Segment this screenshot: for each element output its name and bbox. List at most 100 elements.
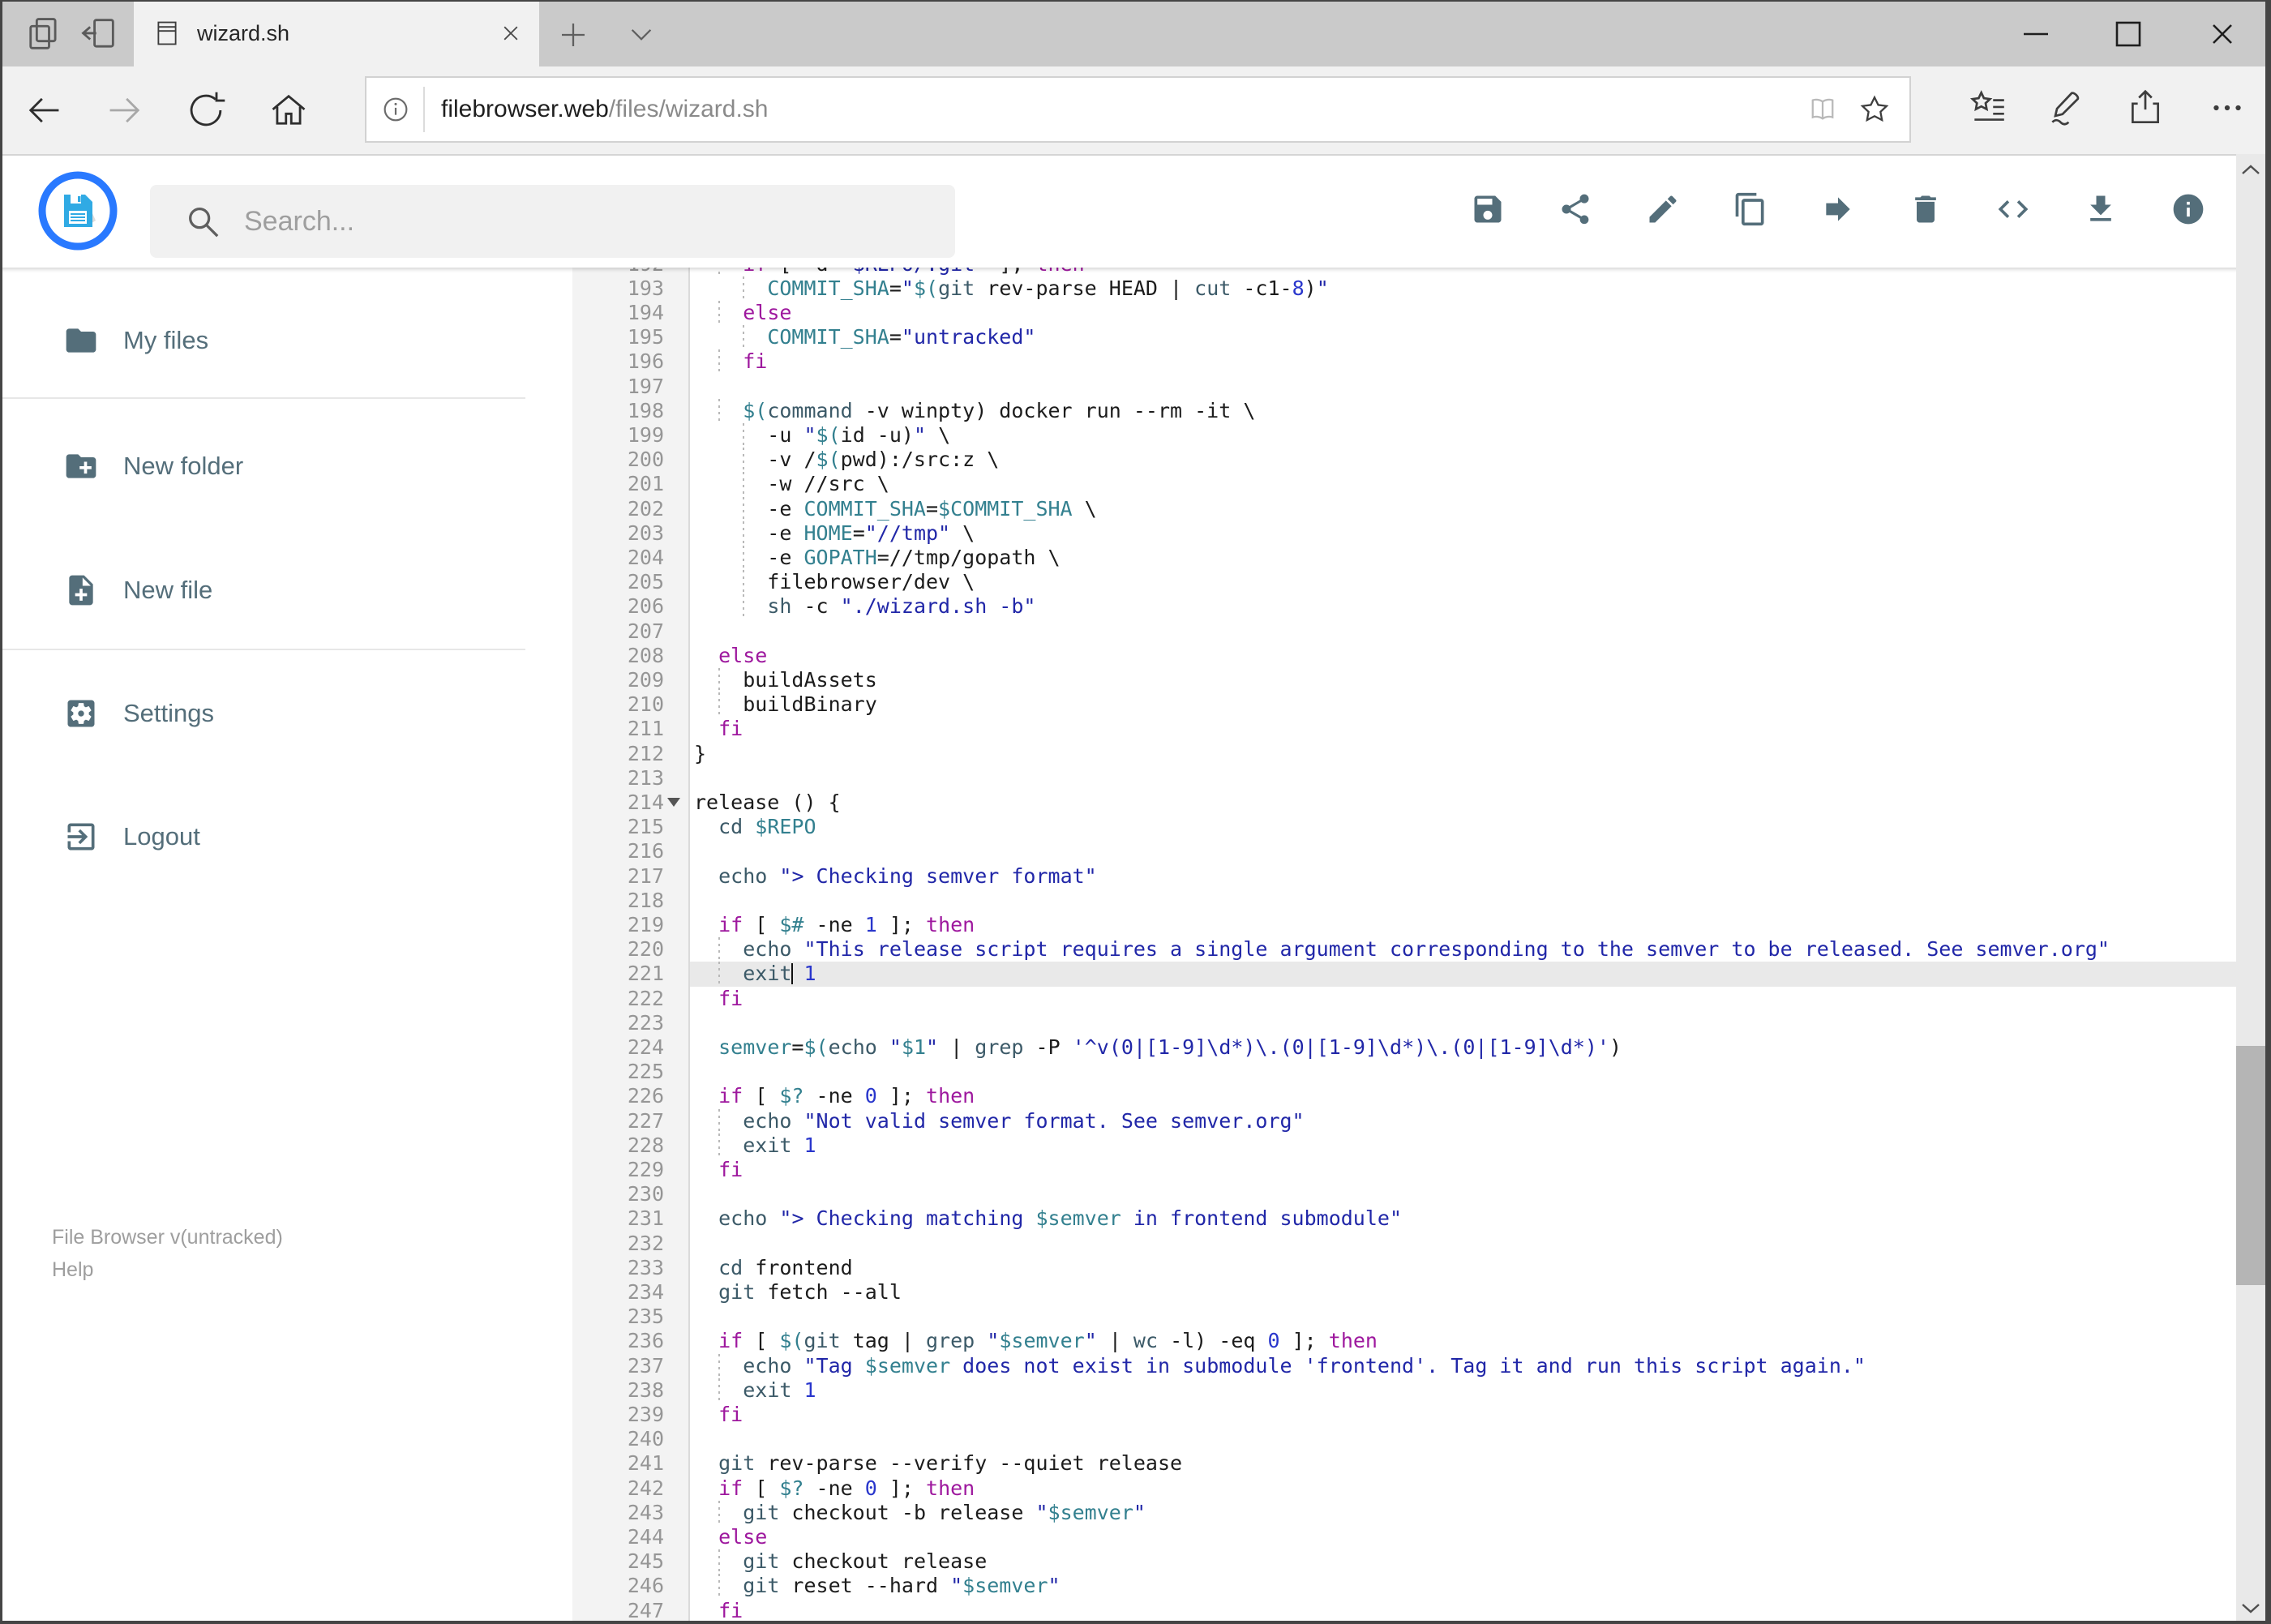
code-line-207[interactable]: 207 — [528, 619, 2236, 644]
code-line-244[interactable]: 244 else — [528, 1525, 2236, 1549]
sidebar-item-logout[interactable]: Logout — [0, 792, 528, 881]
code-line-234[interactable]: 234 git fetch --all — [528, 1280, 2236, 1305]
code-line-242[interactable]: 242 if [ $? -ne 0 ]; then — [528, 1476, 2236, 1501]
filebrowser-logo[interactable] — [37, 170, 118, 251]
tab-list-chevron-icon[interactable] — [624, 18, 658, 52]
window-maximize-button[interactable] — [2109, 15, 2148, 54]
code-line-222[interactable]: 222 fi — [528, 987, 2236, 1011]
sidebar-item-settings[interactable]: Settings — [0, 669, 528, 758]
address-bar[interactable]: filebrowser.web/files/wizard.sh — [365, 76, 1911, 143]
code-line-199[interactable]: 199 -u "$(id -u)" \ — [528, 423, 2236, 448]
code-line-228[interactable]: 228 exit 1 — [528, 1133, 2236, 1158]
code-line-237[interactable]: 237 echo "Tag $semver does not exist in … — [528, 1353, 2236, 1378]
fold-marker-icon[interactable] — [667, 798, 680, 807]
move-button[interactable] — [1820, 191, 1856, 227]
code-line-211[interactable]: 211 fi — [528, 717, 2236, 741]
help-link[interactable]: Help — [52, 1258, 93, 1282]
scrollbar-thumb[interactable] — [2236, 1046, 2265, 1285]
window-close-button[interactable] — [2203, 15, 2242, 54]
search-input[interactable] — [242, 204, 955, 238]
copy-button[interactable] — [1733, 191, 1768, 227]
code-line-220[interactable]: 220 echo "This release script requires a… — [528, 937, 2236, 962]
code-line-204[interactable]: 204 -e GOPATH=//tmp/gopath \ — [528, 546, 2236, 571]
code-line-201[interactable]: 201 -w //src \ — [528, 472, 2236, 497]
new-tab-button[interactable] — [556, 18, 590, 52]
code-line-232[interactable]: 232 — [528, 1232, 2236, 1256]
code-line-243[interactable]: 243 git checkout -b release "$semver" — [528, 1500, 2236, 1525]
code-line-241[interactable]: 241 git rev-parse --verify --quiet relea… — [528, 1451, 2236, 1476]
code-line-198[interactable]: 198 $(command -v winpty) docker run --rm… — [528, 398, 2236, 423]
delete-button[interactable] — [1908, 191, 1943, 227]
code-line-197[interactable]: 197 — [528, 375, 2236, 399]
site-info-icon[interactable] — [379, 93, 412, 126]
code-line-226[interactable]: 226 if [ $? -ne 0 ]; then — [528, 1084, 2236, 1108]
tab-close-icon[interactable] — [497, 19, 525, 47]
tab-preview-icon[interactable] — [23, 13, 65, 55]
code-line-214[interactable]: 214 release () { — [528, 791, 2236, 815]
back-icon[interactable] — [23, 89, 65, 131]
code-line-194[interactable]: 194 else — [528, 301, 2236, 326]
page-scrollbar[interactable] — [2236, 154, 2265, 1624]
code-line-245[interactable]: 245 git checkout release — [528, 1549, 2236, 1575]
code-line-223[interactable]: 223 — [528, 1011, 2236, 1035]
code-line-209[interactable]: 209 buildAssets — [528, 668, 2236, 693]
code-line-195[interactable]: 195 COMMIT_SHA="untracked" — [528, 325, 2236, 350]
info-button[interactable] — [2170, 191, 2206, 227]
code-line-218[interactable]: 218 — [528, 889, 2236, 913]
code-line-193[interactable]: 193 COMMIT_SHA="$(git rev-parse HEAD | c… — [528, 276, 2236, 301]
sidebar-item-my-files[interactable]: My files — [0, 296, 528, 385]
raw-view-button[interactable] — [1995, 191, 2031, 227]
code-line-216[interactable]: 216 — [528, 839, 2236, 863]
code-line-236[interactable]: 236 if [ $(git tag | grep "$semver" | wc… — [528, 1329, 2236, 1353]
code-line-196[interactable]: 196 fi — [528, 349, 2236, 375]
code-line-202[interactable]: 202 -e COMMIT_SHA=$COMMIT_SHA \ — [528, 496, 2236, 521]
code-line-212[interactable]: 212} — [528, 742, 2236, 766]
favorites-hub-icon[interactable] — [1968, 88, 2008, 128]
scroll-up-icon[interactable] — [2236, 156, 2265, 185]
more-options-icon[interactable] — [2207, 88, 2247, 128]
set-tabs-aside-icon[interactable] — [78, 13, 120, 55]
code-line-213[interactable]: 213 — [528, 766, 2236, 791]
scroll-down-icon[interactable] — [2236, 1593, 2265, 1622]
code-line-215[interactable]: 215 cd $REPO — [528, 815, 2236, 839]
code-line-231[interactable]: 231 echo "> Checking matching $semver in… — [528, 1206, 2236, 1231]
sidebar-item-new-folder[interactable]: New folder — [0, 422, 528, 511]
code-line-225[interactable]: 225 — [528, 1060, 2236, 1084]
code-line-205[interactable]: 205 filebrowser/dev \ — [528, 570, 2236, 595]
share-page-icon[interactable] — [2125, 88, 2166, 128]
code-line-230[interactable]: 230 — [528, 1182, 2236, 1206]
code-editor[interactable]: 192 if [ -d "$REPO/.git" ]; then193 COMM… — [528, 268, 2236, 1624]
code-line-219[interactable]: 219 if [ $# -ne 1 ]; then — [528, 913, 2236, 937]
home-icon[interactable] — [268, 89, 310, 131]
code-line-233[interactable]: 233 cd frontend — [528, 1256, 2236, 1280]
rename-button[interactable] — [1645, 191, 1681, 227]
code-line-200[interactable]: 200 -v /$(pwd):/src:z \ — [528, 448, 2236, 473]
code-line-235[interactable]: 235 — [528, 1305, 2236, 1329]
share-button[interactable] — [1558, 191, 1593, 227]
code-line-240[interactable]: 240 — [528, 1427, 2236, 1451]
save-button[interactable] — [1470, 191, 1506, 227]
refresh-icon[interactable] — [185, 89, 227, 131]
forward-icon[interactable] — [104, 89, 146, 131]
reading-view-icon[interactable] — [1806, 92, 1840, 126]
code-line-224[interactable]: 224 semver=$(echo "$1" | grep -P '^v(0|[… — [528, 1035, 2236, 1060]
code-line-229[interactable]: 229 fi — [528, 1158, 2236, 1182]
code-line-208[interactable]: 208 else — [528, 644, 2236, 668]
code-line-221[interactable]: 221 exit 1 — [528, 962, 2236, 987]
code-line-217[interactable]: 217 echo "> Checking semver format" — [528, 864, 2236, 889]
ink-note-icon[interactable] — [2046, 88, 2086, 128]
code-line-210[interactable]: 210 buildBinary — [528, 692, 2236, 718]
code-line-203[interactable]: 203 -e HOME="//tmp" \ — [528, 521, 2236, 546]
favorite-star-icon[interactable] — [1858, 92, 1892, 126]
search-box[interactable] — [150, 185, 955, 258]
browser-tab[interactable]: wizard.sh — [134, 0, 539, 66]
code-line-246[interactable]: 246 git reset --hard "$semver" — [528, 1574, 2236, 1599]
window-minimize-button[interactable] — [2016, 15, 2055, 54]
code-line-227[interactable]: 227 echo "Not valid semver format. See s… — [528, 1108, 2236, 1133]
code-line-192[interactable]: 192 if [ -d "$REPO/.git" ]; then — [528, 268, 2236, 276]
url-text[interactable]: filebrowser.web/files/wizard.sh — [441, 96, 1806, 123]
download-button[interactable] — [2083, 191, 2119, 227]
code-line-247[interactable]: 247 fi — [528, 1599, 2236, 1623]
code-line-238[interactable]: 238 exit 1 — [528, 1378, 2236, 1403]
code-line-239[interactable]: 239 fi — [528, 1403, 2236, 1427]
